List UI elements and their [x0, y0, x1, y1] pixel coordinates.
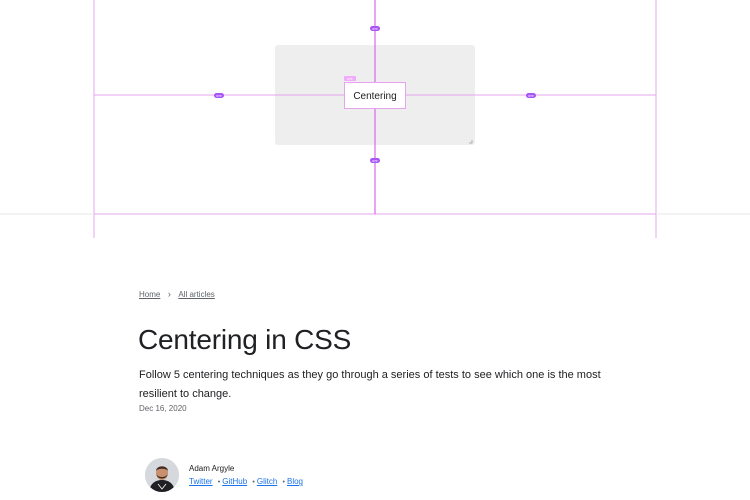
breadcrumb: Home › All articles: [139, 289, 215, 300]
author-link-github[interactable]: GitHub: [222, 477, 247, 486]
breadcrumb-all-articles-link[interactable]: All articles: [178, 290, 214, 299]
gap-badge-bottom: gap: [370, 158, 380, 163]
author-name: Adam Argyle: [189, 464, 235, 473]
gap-badge-left: gap: [214, 93, 224, 98]
avatar-photo-icon: [145, 458, 179, 492]
link-separator: •: [217, 479, 221, 486]
author-link-blog[interactable]: Blog: [287, 477, 303, 486]
link-separator: •: [252, 479, 255, 486]
svg-text:gap: gap: [216, 94, 222, 98]
svg-text:gap: gap: [528, 94, 534, 98]
link-separator: •: [282, 479, 285, 486]
article-title: Centering in CSS: [138, 324, 352, 355]
author-avatar[interactable]: [145, 458, 179, 492]
centered-item-label: Centering: [353, 91, 396, 102]
author-links: Twitter • GitHub • Glitch • Blog: [189, 477, 303, 486]
gap-badge-right: gap: [526, 93, 536, 98]
article-subtitle: Follow 5 centering techniques as they go…: [139, 369, 601, 400]
publish-date: Dec 16, 2020: [139, 404, 187, 413]
author-info: Adam Argyle Twitter • GitHub • Glitch • Blo…: [189, 464, 303, 486]
svg-text:gap: gap: [372, 27, 378, 31]
hero-illustration: gap gap gap gap gap Centering: [0, 0, 750, 240]
svg-text:gap: gap: [347, 77, 353, 81]
gap-badge-top: gap: [370, 26, 380, 31]
author-card: Adam Argyle Twitter • GitHub • Glitch • Blo…: [145, 458, 303, 492]
gap-badge-item: gap: [344, 76, 356, 81]
article-page: gap gap gap gap gap Centering Home › All…: [0, 0, 750, 500]
author-link-twitter[interactable]: Twitter: [189, 477, 213, 486]
breadcrumb-home-link[interactable]: Home: [139, 290, 160, 299]
chevron-right-icon: ›: [167, 289, 171, 299]
svg-text:gap: gap: [372, 159, 378, 163]
author-link-glitch[interactable]: Glitch: [257, 477, 277, 486]
centering-diagram: gap gap gap gap gap Centering: [0, 0, 750, 238]
